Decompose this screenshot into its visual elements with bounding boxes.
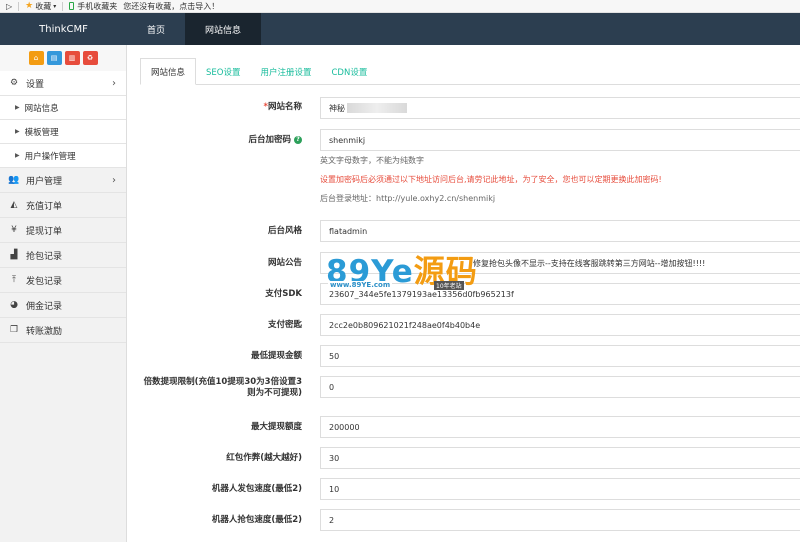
favorites-button[interactable]: ★ 收藏 ▾ [25,1,56,12]
announcement-label: 网站公告 [267,258,302,268]
admin-login-url: 后台登录地址：http://yule.oxhy2.cn/shenmikj [320,194,496,203]
multiple-limit-input[interactable]: 0 [320,376,800,398]
admin-password-warning: 设置加密码后必须通过以下地址访问后台,请劳记此地址，为了安全，您也可以定期更换此… [320,175,662,184]
mobile-favorites-button[interactable]: 手机收藏夹 [69,1,117,12]
nav-site-info[interactable]: 网站信息 [185,13,262,45]
robot-grab-speed-input[interactable]: 2 [320,509,800,531]
max-withdraw-label: 最大提现额度 [250,422,302,432]
chevron-right-icon: › [112,174,116,186]
caret-right-icon: ▶ [15,152,20,159]
tab-cdn[interactable]: CDN设置 [322,58,378,85]
brand-logo[interactable]: ThinkCMF [0,13,127,45]
sidebar-item-user-actions[interactable]: ▶ 用户操作管理 [0,144,126,168]
pay-sdk-label: 支付SDK [265,289,302,299]
admin-style-select[interactable]: flatadmin [320,220,800,242]
area-chart-icon: ◭ [10,200,18,210]
min-withdraw-input[interactable]: 50 [320,345,800,367]
gears-icon: ⚙ [9,78,19,88]
caret-right-icon: ▶ [15,128,20,135]
chevron-right-icon: › [112,77,116,89]
admin-password-input[interactable]: shenmikj [320,129,800,151]
blurred-text [347,103,407,113]
sidebar-item-users[interactable]: 👥 用户管理 › [0,168,126,193]
sidebar-item-withdraw-orders[interactable]: ¥ 提现订单 [0,218,126,243]
sidebar-item-commission-records[interactable]: ◕ 佣金记录 [0,293,126,318]
admin-password-hint: 英文字母数字，不能为纯数字 [320,156,424,165]
bar-chart-icon: ▟ [10,250,18,260]
multiple-limit-label: 倍数提现限制(充值10提现30为3倍设置3则为不可提现) [143,377,302,398]
clone-icon: ❐ [9,325,19,335]
yen-icon: ¥ [11,225,17,235]
sidebar-item-grab-records[interactable]: ▟ 抢包记录 [0,243,126,268]
sidebar-item-send-records[interactable]: ⤒ 发包记录 [0,268,126,293]
admin-password-label: 后台加密码? [128,135,302,146]
redpack-cheat-label: 红包作弊(越大越好) [226,453,302,463]
settings-tabs: 网站信息 SEO设置 用户注册设置 CDN设置 [140,58,800,85]
pie-chart-icon: ◕ [10,300,18,310]
file-icon[interactable]: ▤ [46,51,62,65]
watermark-tag: 10年老站 [434,281,464,290]
watermark: 89Ye源码 www.89YE.com 10年老站 [326,246,498,290]
favorites-bar: ▷ ★ 收藏 ▾ 手机收藏夹 您还没有收藏，点击导入！ [0,0,800,13]
sidebar-toggle-icon[interactable]: ▷ [6,2,12,11]
sidebar-item-settings[interactable]: ⚙ 设置 › [0,71,126,96]
trash-icon[interactable]: ▥ [64,51,80,65]
max-withdraw-input[interactable]: 200000 [320,416,800,438]
sidebar-item-recharge-orders[interactable]: ◭ 充值订单 [0,193,126,218]
star-icon: ★ [25,1,34,11]
nav-home[interactable]: 首页 [127,13,185,45]
site-name-label: *网站名称 [263,102,302,112]
chevron-down-icon: ▾ [53,2,57,10]
watermark-url: www.89YE.com [328,281,393,289]
robot-send-speed-input[interactable]: 10 [320,478,800,500]
divider [18,1,20,11]
divider [62,1,64,11]
quick-buttons: ⌂ ▤ ▥ ♻ [0,45,126,71]
robot-grab-speed-label: 机器人抢包速度(最低2) [211,515,302,525]
robot-send-speed-label: 机器人发包速度(最低2) [211,484,302,494]
pay-key-input[interactable]: 2cc2e0b809621021f248ae0f4b40b4e [320,314,800,336]
users-icon: 👥 [8,175,20,185]
import-notice-link[interactable]: 您还没有收藏，点击导入！ [123,1,219,12]
refresh-icon[interactable]: ♻ [82,51,98,65]
sidebar: ⌂ ▤ ▥ ♻ ⚙ 设置 › ▶ 网站信息 ▶ 模板管理 ▶ 用户操作管理 👥 用户管… [0,45,127,542]
site-name-input[interactable]: 神秘 [320,97,800,119]
tab-seo[interactable]: SEO设置 [196,58,250,85]
caret-right-icon: ▶ [15,104,20,111]
main-content: 网站信息 SEO设置 用户注册设置 CDN设置 *网站名称 神秘 后台加密码? … [128,45,800,542]
upload-icon: ⤒ [12,275,16,285]
sidebar-item-template[interactable]: ▶ 模板管理 [0,120,126,144]
admin-style-label: 后台风格 [267,226,302,236]
phone-icon [69,2,75,10]
sidebar-item-transfer-incentive[interactable]: ❐ 转账激励 [0,318,126,343]
question-icon[interactable]: ? [294,135,302,144]
min-withdraw-label: 最低提现金额 [250,351,302,361]
tab-user-register[interactable]: 用户注册设置 [250,58,321,85]
redpack-cheat-input[interactable]: 30 [320,447,800,469]
top-navbar: ThinkCMF 首页 网站信息 [0,13,800,45]
tab-site-info[interactable]: 网站信息 [140,58,197,85]
sidebar-item-site-info[interactable]: ▶ 网站信息 [0,96,126,120]
home-icon[interactable]: ⌂ [28,51,44,65]
pay-key-label: 支付密匙 [267,320,302,330]
